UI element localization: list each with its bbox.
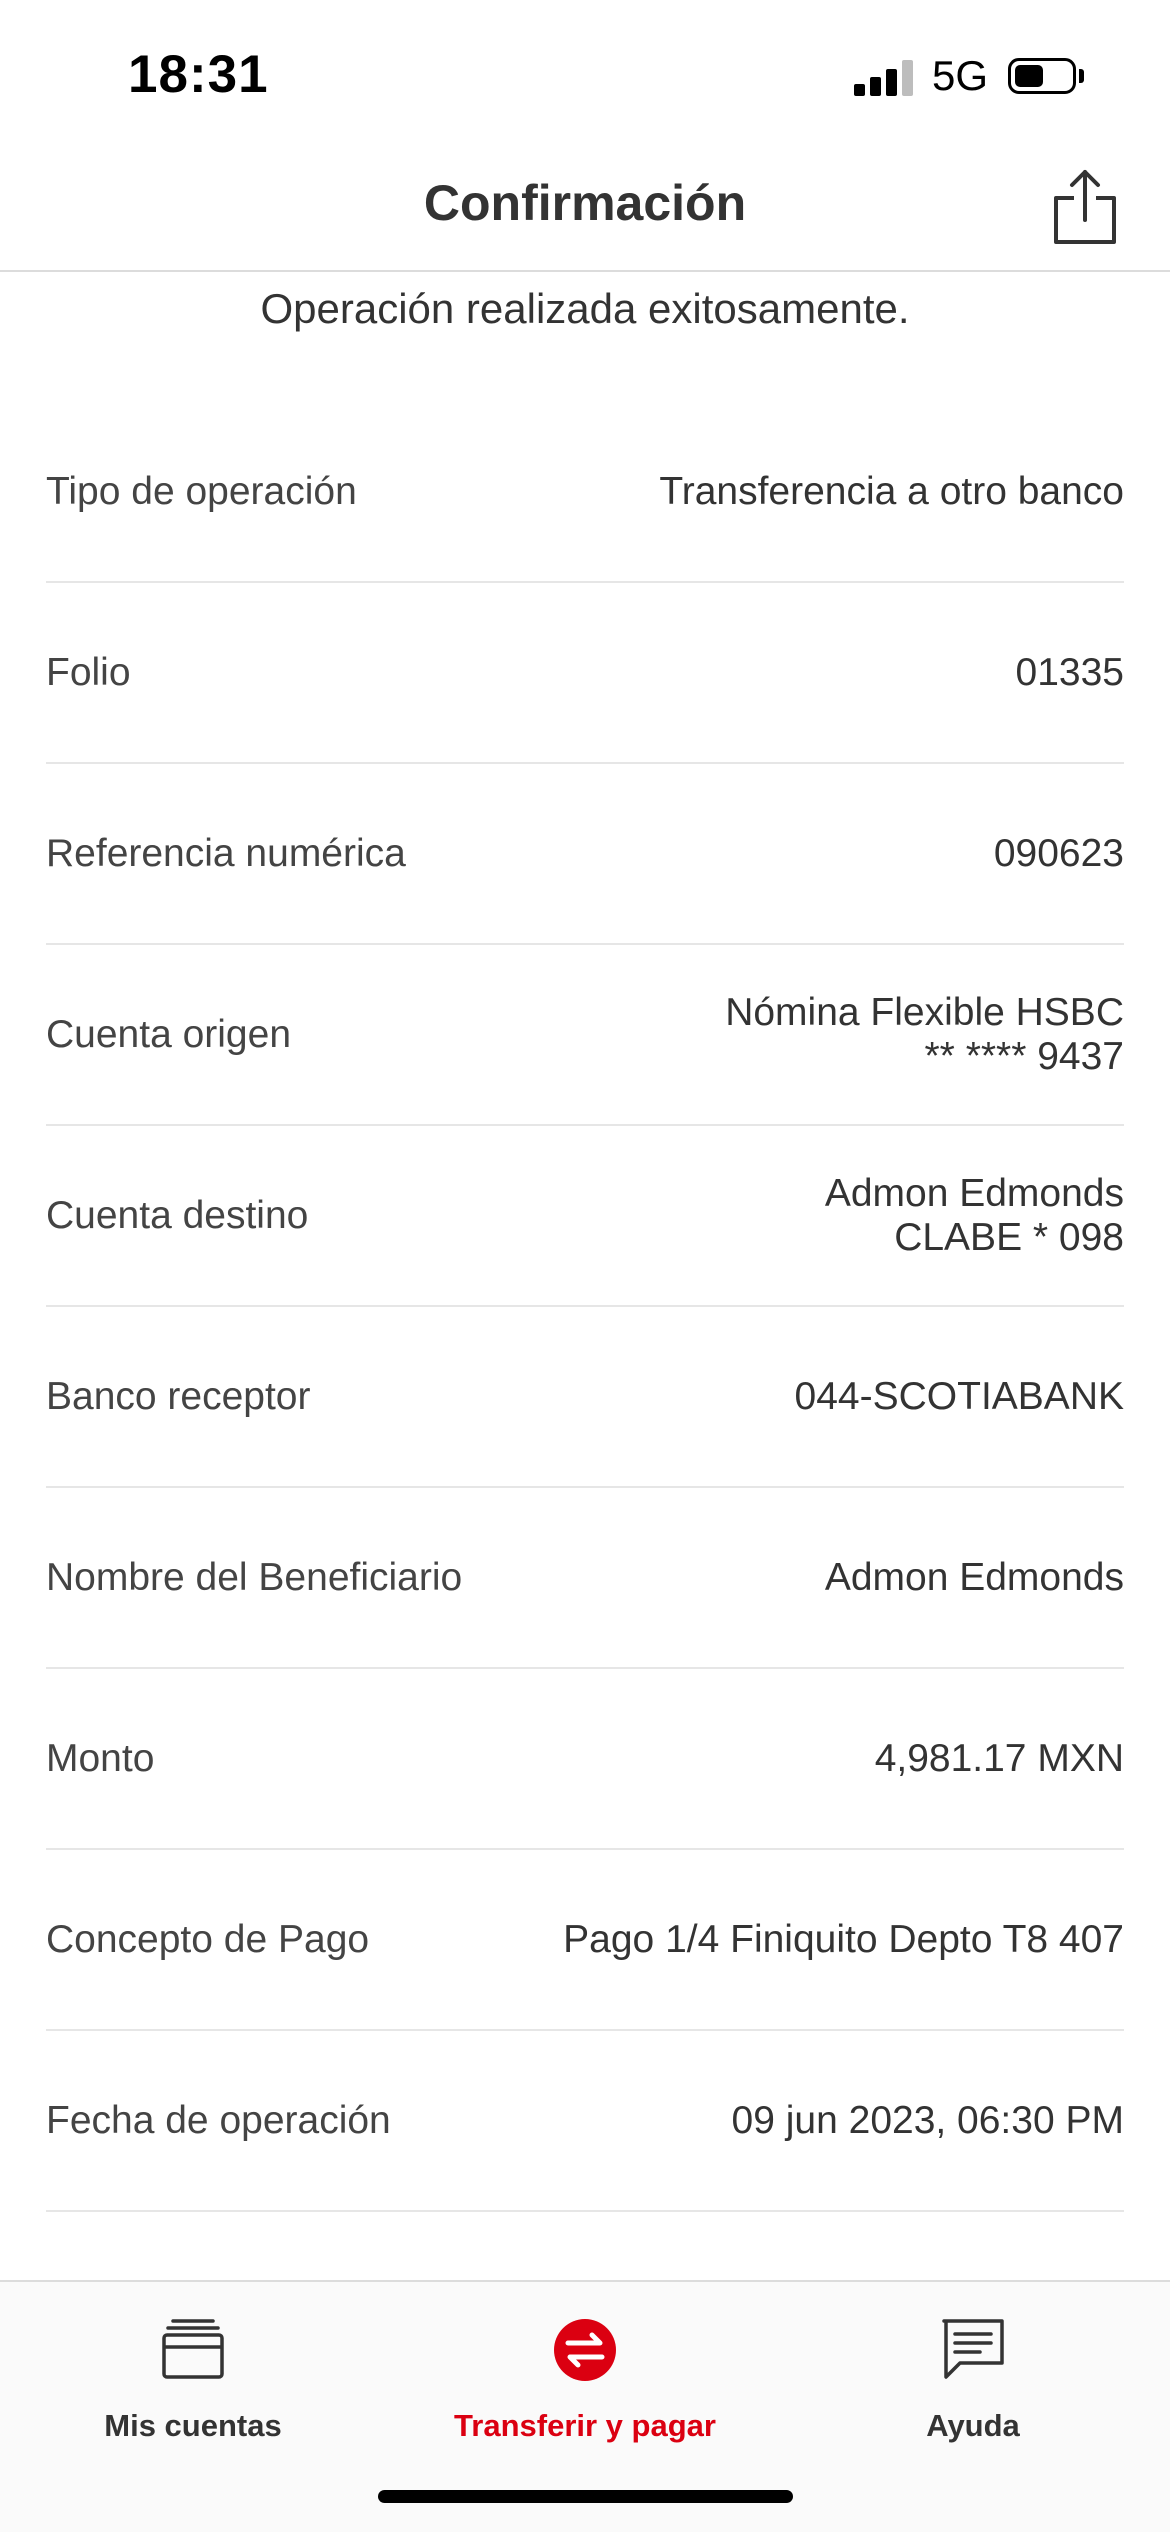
detail-value: Nómina Flexible HSBC ** **** 9437	[725, 945, 1124, 1124]
chat-bubble-icon	[808, 2310, 1138, 2390]
detail-value-line: 4,981.17 MXN	[874, 1736, 1124, 1780]
detail-value: 090623	[994, 764, 1124, 943]
detail-label: Tipo de operación	[46, 469, 357, 513]
battery-cap	[1079, 69, 1084, 83]
share-icon	[1054, 170, 1116, 244]
status-time: 18:31	[128, 45, 269, 104]
detail-value: Pago 1/4 Finiquito Depto T8 407	[563, 1850, 1124, 2029]
detail-value: 4,981.17 MXN	[875, 1669, 1124, 1848]
detail-value-line: Pago 1/4 Finiquito Depto T8 407	[563, 1917, 1124, 1961]
detail-value: Admon Edmonds	[825, 1488, 1124, 1667]
status-bar: 18:31 5G	[0, 0, 1170, 150]
detail-row: Banco receptor 044-SCOTIABANK	[46, 1307, 1124, 1488]
detail-value: 01335	[1016, 583, 1124, 762]
detail-label: Monto	[46, 1736, 155, 1780]
network-type: 5G	[932, 52, 989, 99]
home-indicator[interactable]	[378, 2490, 793, 2503]
detail-label: Folio	[46, 650, 131, 694]
detail-label: Nombre del Beneficiario	[46, 1555, 463, 1599]
share-button[interactable]	[1050, 168, 1120, 248]
detail-row: Tipo de operación Transferencia a otro ba…	[46, 402, 1124, 583]
tab-label: Ayuda	[926, 2408, 1020, 2443]
detail-value-line: 044-SCOTIABANK	[794, 1374, 1124, 1418]
detail-value-line: CLABE * 098	[894, 1215, 1124, 1259]
detail-row: Cuenta origen Nómina Flexible HSBC ** ****…	[46, 945, 1124, 1126]
detail-label: Banco receptor	[46, 1374, 311, 1418]
tab-ayuda[interactable]: Ayuda	[808, 2300, 1138, 2460]
tab-label: Transferir y pagar	[454, 2408, 716, 2443]
operation-details: Tipo de operación Transferencia a otro ba…	[46, 402, 1124, 2212]
detail-value-line: Admon Edmonds	[824, 1555, 1124, 1599]
cellular-signal-icon	[854, 60, 914, 96]
tab-label: Mis cuentas	[104, 2408, 282, 2443]
detail-row: Cuenta destino Admon Edmonds CLABE * 098	[46, 1126, 1124, 1307]
detail-label: Fecha de operación	[46, 2098, 391, 2142]
detail-value-line: ** **** 9437	[924, 1034, 1125, 1078]
detail-value-line: 090623	[993, 831, 1124, 875]
battery-icon	[1008, 58, 1076, 94]
detail-label: Cuenta origen	[46, 1012, 292, 1056]
detail-row: Referencia numérica 090623	[46, 764, 1124, 945]
detail-value: Admon Edmonds CLABE * 098	[825, 1126, 1124, 1305]
detail-value-line: 01335	[1015, 650, 1124, 694]
detail-value: 044-SCOTIABANK	[795, 1307, 1124, 1486]
detail-value-line: 09 jun 2023, 06:30 PM	[731, 2098, 1124, 2142]
detail-row: Nombre del Beneficiario Admon Edmonds	[46, 1488, 1124, 1669]
detail-label: Concepto de Pago	[46, 1917, 370, 1961]
detail-row: Concepto de Pago Pago 1/4 Finiquito Depto…	[46, 1850, 1124, 2031]
battery-level	[1015, 65, 1043, 87]
detail-value-line: Admon Edmonds	[824, 1171, 1124, 1215]
detail-value-line: Nómina Flexible HSBC	[725, 990, 1124, 1034]
detail-row: Fecha de operación 09 jun 2023, 06:30 PM	[46, 2031, 1124, 2212]
wallet-icon	[28, 2310, 358, 2390]
nav-header: Confirmación	[0, 150, 1170, 272]
detail-label: Referencia numérica	[46, 831, 406, 875]
transfer-icon	[420, 2310, 750, 2390]
page-title: Confirmación	[423, 175, 747, 231]
success-message: Operación realizada exitosamente.	[260, 285, 910, 332]
detail-value-line: Transferencia a otro banco	[659, 469, 1124, 513]
tab-transferir-y-pagar[interactable]: Transferir y pagar	[420, 2300, 750, 2460]
detail-value: 09 jun 2023, 06:30 PM	[732, 2031, 1124, 2210]
tab-mis-cuentas[interactable]: Mis cuentas	[28, 2300, 358, 2460]
detail-row: Folio 01335	[46, 583, 1124, 764]
detail-row: Monto 4,981.17 MXN	[46, 1669, 1124, 1850]
detail-label: Cuenta destino	[46, 1193, 309, 1237]
detail-value: Transferencia a otro banco	[659, 402, 1124, 581]
